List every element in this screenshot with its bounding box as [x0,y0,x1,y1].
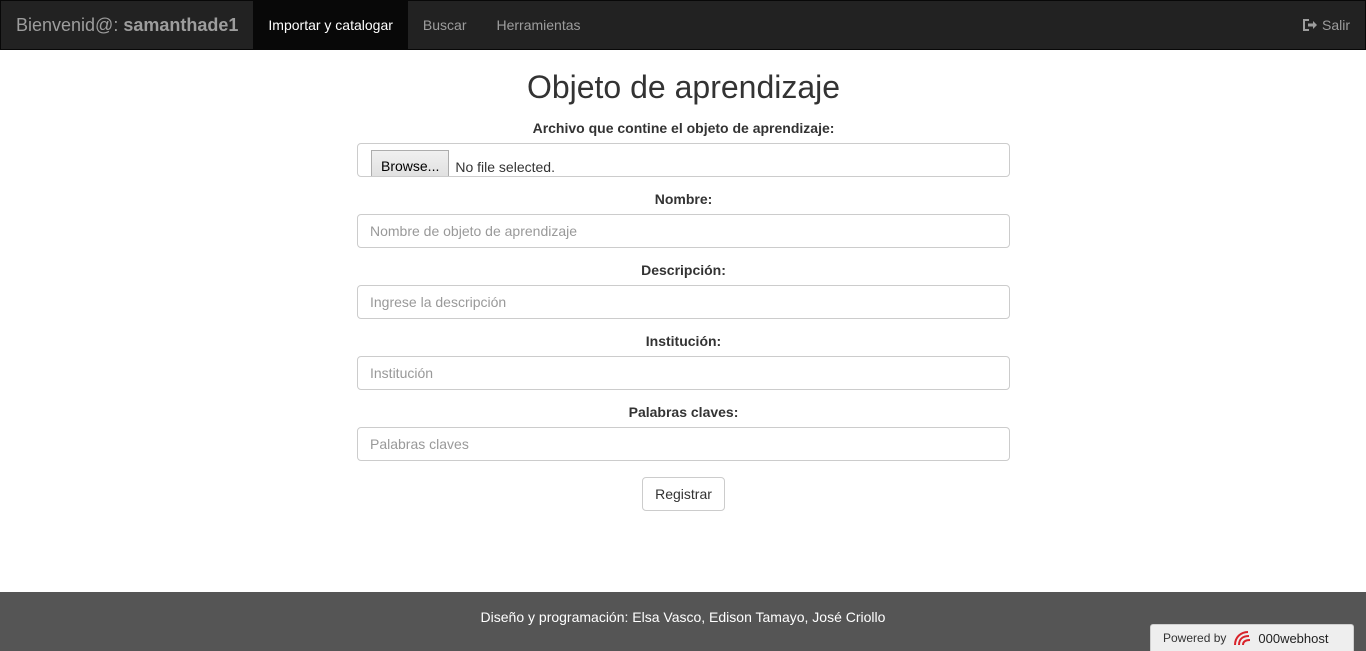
keywords-label: Palabras claves: [628,404,739,420]
institution-label: Institución: [645,333,722,349]
file-input[interactable]: Browse... No file selected. [357,143,1010,177]
footer-credits: Diseño y programación: Elsa Vasco, Ediso… [480,609,886,625]
host-name: 000webhost [1258,630,1329,646]
file-status: No file selected. [455,159,555,175]
top-navbar: Bienvenid@: samanthade1 Importar y catal… [0,0,1366,50]
brand-username: samanthade1 [123,14,239,35]
nav-item-herramientas[interactable]: Herramientas [481,1,595,49]
institution-input[interactable] [357,356,1010,390]
logout-link[interactable]: Salir [1287,1,1350,49]
webhost-logo-icon [1232,629,1254,647]
logout-label: Salir [1321,17,1350,33]
navbar-right: Salir [1287,1,1365,49]
description-input[interactable] [357,285,1010,319]
description-group: Descripción: [357,260,1010,319]
nav-item-importar[interactable]: Importar y catalogar [253,1,408,49]
keywords-group: Palabras claves: [357,402,1010,461]
powered-by-badge[interactable]: Powered by 000webhost [1150,624,1354,651]
powered-by-text: Powered by [1163,631,1227,645]
institution-group: Institución: [357,331,1010,390]
page-title: Objeto de aprendizaje [526,69,841,105]
main-content: Objeto de aprendizaje Archivo que contin… [357,50,1010,511]
browse-button[interactable]: Browse... [371,150,450,176]
name-group: Nombre: [357,189,1010,248]
submit-wrap: Registrar [357,477,1010,511]
file-label: Archivo que contine el objeto de aprendi… [532,120,835,136]
sign-out-icon [1302,18,1318,32]
page-footer: Diseño y programación: Elsa Vasco, Ediso… [0,592,1366,651]
name-input[interactable] [357,214,1010,248]
registrar-button[interactable]: Registrar [642,477,725,511]
nav-item-buscar[interactable]: Buscar [408,1,482,49]
name-label: Nombre: [654,191,713,207]
brand-greeting: Bienvenid@: [16,14,119,35]
navbar-brand[interactable]: Bienvenid@: samanthade1 [1,1,253,49]
navbar-menu: Importar y catalogar Buscar Herramientas [253,1,595,49]
file-group: Archivo que contine el objeto de aprendi… [357,118,1010,177]
keywords-input[interactable] [357,427,1010,461]
description-label: Descripción: [641,262,726,278]
